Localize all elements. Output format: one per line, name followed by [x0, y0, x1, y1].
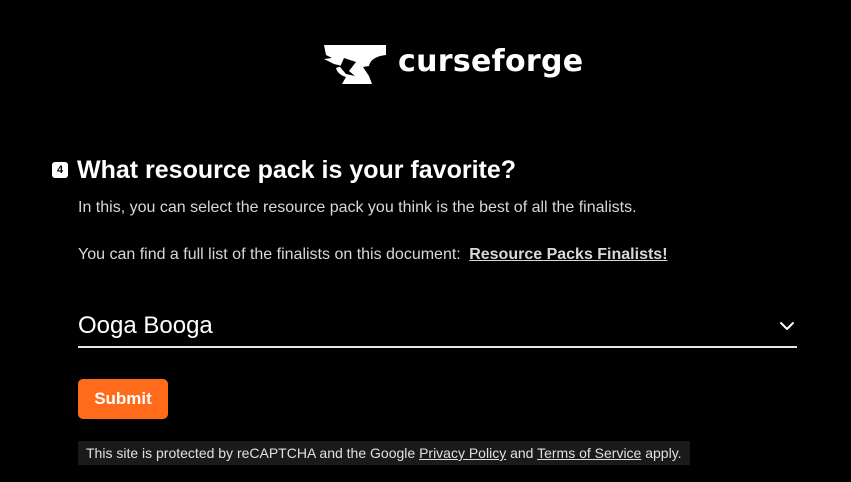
- question-header: 4 What resource pack is your favorite?: [52, 154, 516, 186]
- recaptcha-notice: This site is protected by reCAPTCHA and …: [78, 441, 690, 465]
- recaptcha-prefix: This site is protected by reCAPTCHA and …: [86, 445, 416, 461]
- resource-pack-select[interactable]: Ooga Booga: [78, 306, 797, 348]
- finalists-intro-text: You can find a full list of the finalist…: [78, 246, 461, 263]
- anvil-icon: [324, 45, 386, 84]
- terms-of-service-link[interactable]: Terms of Service: [537, 445, 641, 461]
- recaptcha-and: and: [510, 445, 534, 461]
- curseforge-logo[interactable]: curseforge: [322, 42, 583, 86]
- brand-name: curseforge: [398, 44, 584, 79]
- finalists-link-line: You can find a full list of the finalist…: [78, 245, 668, 265]
- privacy-policy-link[interactable]: Privacy Policy: [419, 445, 506, 461]
- form-page: curseforge 4 What resource pack is your …: [0, 0, 851, 482]
- finalists-link[interactable]: Resource Packs Finalists!: [469, 246, 667, 263]
- recaptcha-suffix: apply.: [645, 445, 682, 461]
- question-description: In this, you can select the resource pac…: [78, 199, 637, 216]
- chevron-down-icon: [780, 322, 794, 330]
- select-value: Ooga Booga: [78, 312, 213, 339]
- submit-button[interactable]: Submit: [78, 379, 168, 419]
- question-number-badge: 4: [52, 162, 68, 178]
- question-title: What resource pack is your favorite?: [77, 156, 517, 184]
